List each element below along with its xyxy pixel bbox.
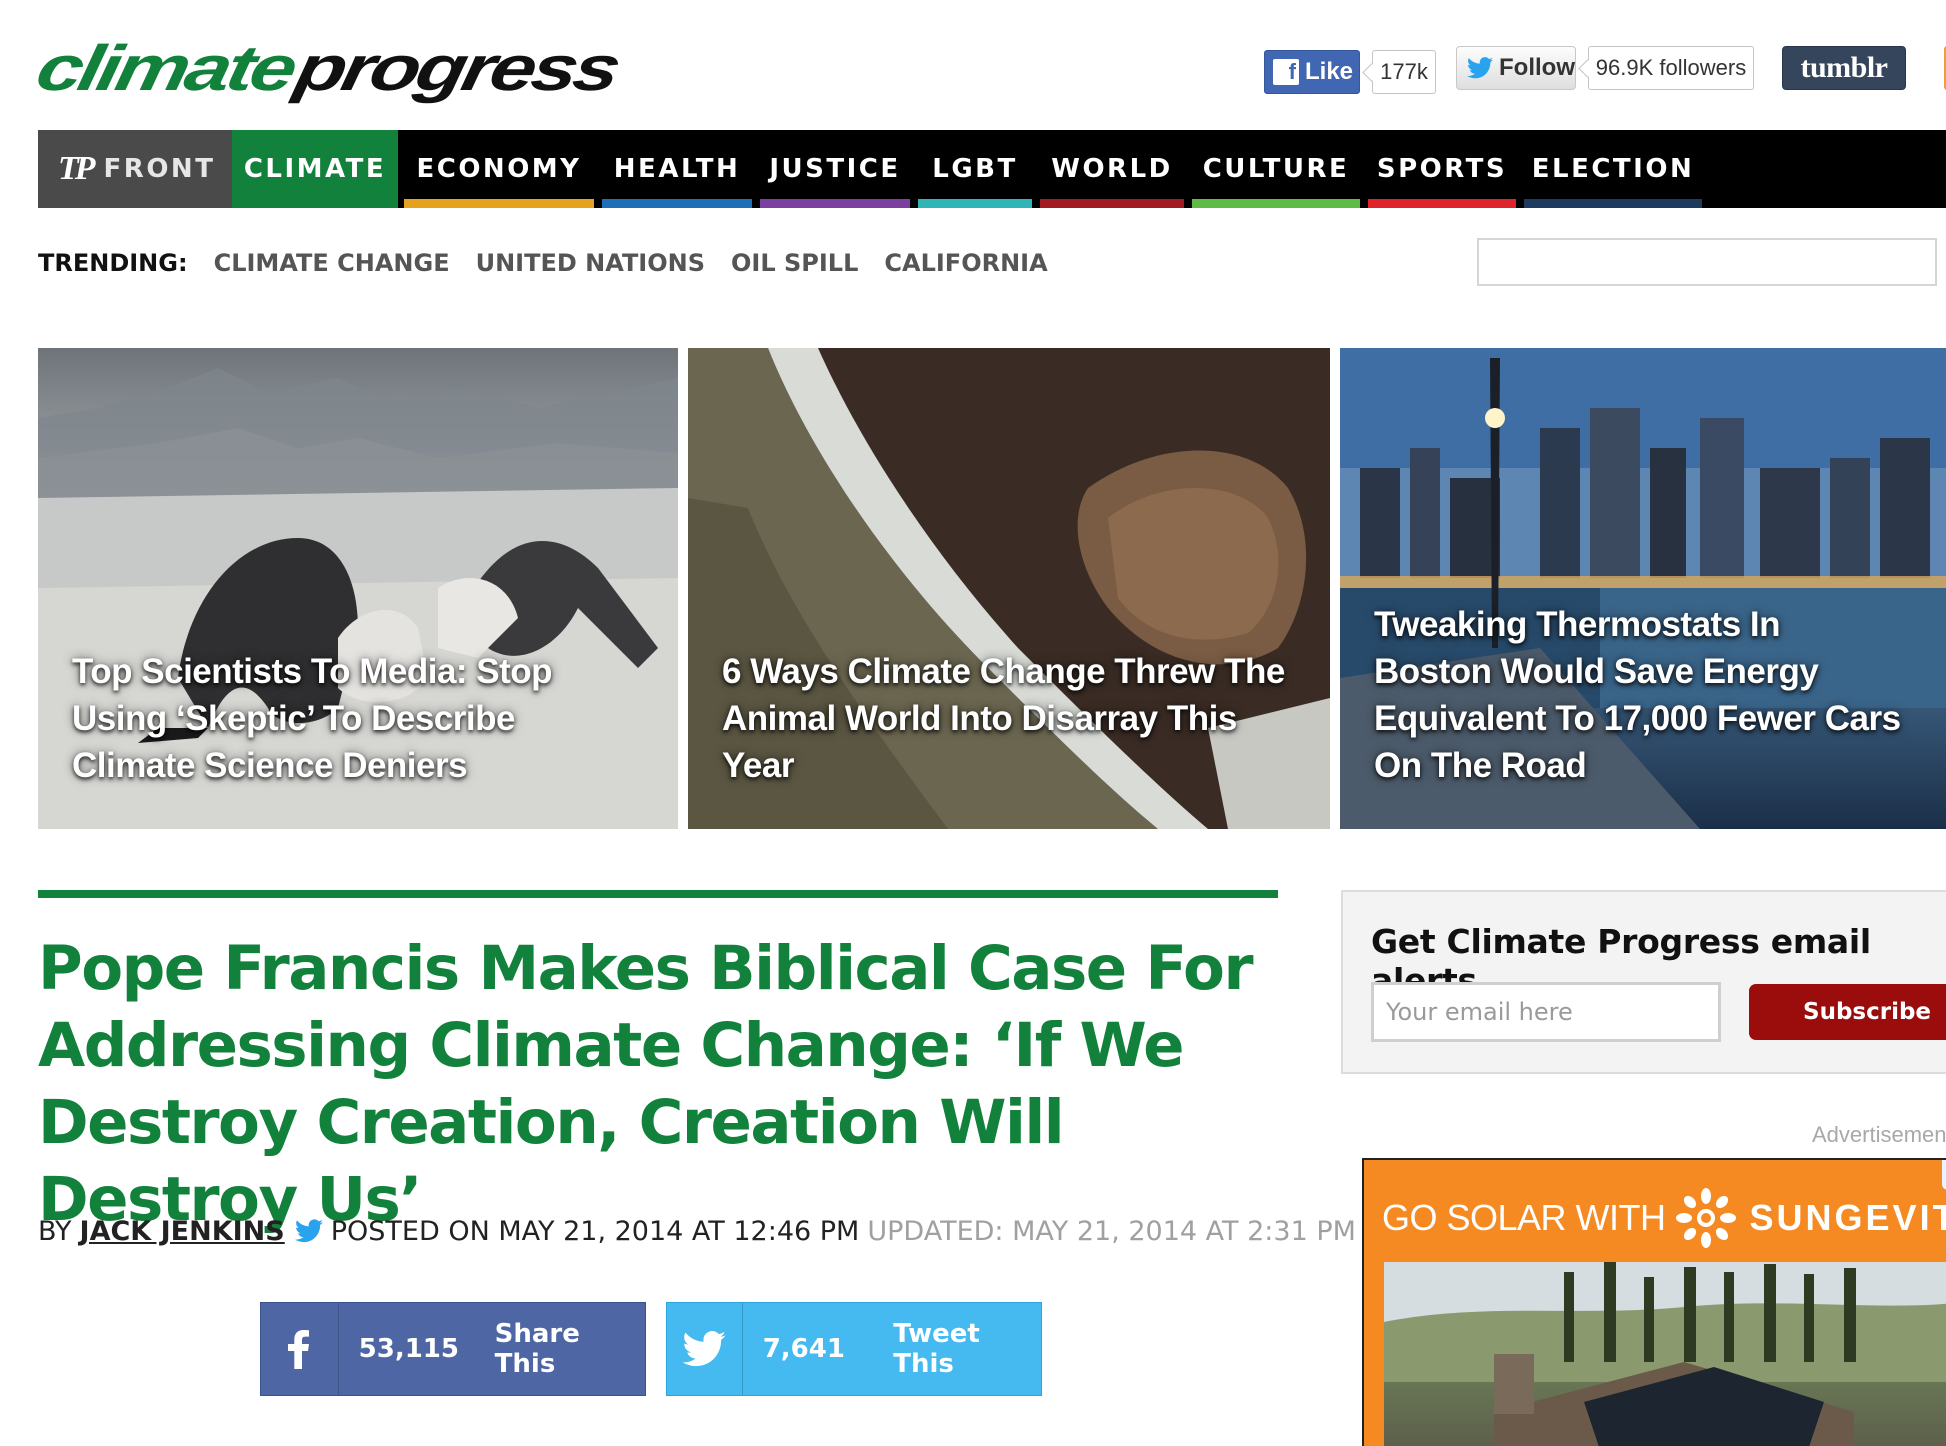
advertisement-label: Advertisement — [1812, 1122, 1946, 1147]
site-logo[interactable]: climate progress — [31, 33, 624, 104]
nav-item-culture[interactable]: CULTURE — [1192, 130, 1360, 208]
nav-item-label: ELECTION — [1531, 154, 1695, 184]
nav-item-label: JUSTICE — [769, 154, 901, 184]
nav-color-bar — [760, 199, 910, 208]
nav-item-health[interactable]: HEALTH — [602, 130, 752, 208]
nav-item-label: FRONT — [103, 154, 216, 184]
trending-link[interactable]: CALIFORNIA — [884, 249, 1047, 277]
trending-link[interactable]: OIL SPILL — [731, 249, 858, 277]
ad-text: GO SOLAR WITH — [1382, 1197, 1666, 1238]
twitter-followers-count: 96.9K followers — [1588, 46, 1754, 90]
twitter-bird-icon[interactable] — [294, 1219, 323, 1243]
main-nav: TP FRONT CLIMATE ECONOMY HEALTH JUSTICE … — [38, 130, 1946, 208]
social-bar: f Like 177k Follow 96.9K followers tumbl… — [1264, 46, 1946, 94]
ad-info-icon[interactable] — [1942, 1160, 1946, 1190]
twitter-bird-icon — [1467, 57, 1494, 79]
nav-item-front[interactable]: TP FRONT — [38, 130, 232, 208]
article-byline: BY JACK JENKINS POSTED ON MAY 21, 2014 A… — [38, 1214, 1356, 1248]
nav-item-label: CULTURE — [1202, 154, 1350, 184]
ad-brand: SUNGEVITY — [1749, 1197, 1946, 1238]
search-input[interactable] — [1477, 238, 1937, 286]
facebook-like-label: Like — [1305, 58, 1354, 85]
facebook-share-label: Share This — [494, 1319, 580, 1379]
featured-story-title: Tweaking Thermostats In Boston Would Sav… — [1374, 605, 1901, 785]
facebook-icon — [261, 1303, 339, 1395]
nav-item-economy[interactable]: ECONOMY — [404, 130, 594, 208]
byline-prefix: BY — [38, 1215, 72, 1247]
twitter-share-label: Tweet This — [893, 1319, 980, 1379]
nav-item-sports[interactable]: SPORTS — [1368, 130, 1516, 208]
article-top-rule — [38, 890, 1278, 898]
email-field[interactable] — [1371, 982, 1721, 1042]
twitter-bird-icon — [667, 1303, 743, 1395]
facebook-share-count: 53,115 — [358, 1334, 459, 1364]
featured-story-card[interactable]: Top Scientists To Media: Stop Using ‘Ske… — [38, 348, 678, 829]
nav-color-bar — [1192, 199, 1360, 208]
twitter-share-count: 7,641 — [762, 1334, 845, 1364]
twitter-share-button[interactable]: 7,641 Tweet This — [666, 1302, 1042, 1396]
nav-color-bar — [1524, 199, 1702, 208]
sun-logo-icon — [1675, 1188, 1736, 1248]
twitter-follow-button[interactable]: Follow — [1456, 46, 1576, 90]
author-link[interactable]: JACK JENKINS — [80, 1216, 285, 1247]
posted-date: POSTED ON MAY 21, 2014 AT 12:46 PM — [330, 1215, 860, 1247]
featured-story-card[interactable]: 6 Ways Climate Change Threw The Animal W… — [688, 348, 1330, 829]
facebook-icon: f — [1273, 59, 1299, 85]
nav-color-bar — [1368, 199, 1516, 208]
updated-date: UPDATED: MAY 21, 2014 AT 2:31 PM — [867, 1215, 1356, 1247]
nav-item-label: WORLD — [1051, 154, 1173, 184]
trending-link[interactable]: CLIMATE CHANGE — [214, 249, 450, 277]
ad-header: GO SOLAR WITH SUNGEVITY — [1382, 1188, 1946, 1248]
facebook-like-button[interactable]: f Like — [1264, 50, 1360, 94]
nav-item-election[interactable]: ELECTION — [1524, 130, 1702, 208]
featured-story-card[interactable]: Tweaking Thermostats In Boston Would Sav… — [1340, 348, 1946, 829]
sungevity-ad[interactable]: GO SOLAR WITH SUNGEVITY — [1362, 1158, 1946, 1446]
nav-item-label: CLIMATE — [243, 154, 387, 184]
article-headline: Pope Francis Makes Biblical Case For Add… — [38, 933, 1254, 1235]
featured-story-title: 6 Ways Climate Change Threw The Animal W… — [722, 652, 1285, 785]
nav-item-label: SPORTS — [1376, 154, 1508, 184]
nav-item-justice[interactable]: JUSTICE — [760, 130, 910, 208]
nav-color-bar — [404, 199, 594, 208]
nav-color-bar — [1040, 199, 1184, 208]
trending-label: TRENDING: — [38, 249, 188, 277]
twitter-follow-label: Follow — [1499, 54, 1575, 81]
logo-progress-text: progress — [289, 33, 624, 105]
nav-item-climate[interactable]: CLIMATE — [232, 130, 398, 208]
logo-climate-text: climate — [30, 33, 301, 105]
featured-story-title: Top Scientists To Media: Stop Using ‘Ske… — [72, 652, 553, 785]
nav-item-label: ECONOMY — [416, 154, 582, 184]
featured-stories: Top Scientists To Media: Stop Using ‘Ske… — [38, 348, 1946, 829]
tumblr-button[interactable]: tumblr — [1782, 46, 1906, 90]
facebook-share-button[interactable]: 53,115 Share This — [260, 1302, 646, 1396]
nav-item-label: HEALTH — [613, 154, 741, 184]
ad-image — [1384, 1262, 1946, 1446]
facebook-like-count: 177k — [1372, 50, 1436, 94]
nav-color-bar — [602, 199, 752, 208]
nav-item-world[interactable]: WORLD — [1040, 130, 1184, 208]
tp-logo-icon: TP — [58, 150, 95, 187]
nav-color-bar — [918, 199, 1032, 208]
nav-item-lgbt[interactable]: LGBT — [918, 130, 1032, 208]
email-alerts-box: Get Climate Progress email alerts Subscr… — [1341, 890, 1946, 1074]
trending-bar: TRENDING: CLIMATE CHANGE UNITED NATIONS … — [38, 246, 1074, 280]
subscribe-button[interactable]: Subscribe — [1749, 984, 1946, 1040]
trending-link[interactable]: UNITED NATIONS — [476, 249, 705, 277]
nav-item-label: LGBT — [932, 154, 1018, 184]
